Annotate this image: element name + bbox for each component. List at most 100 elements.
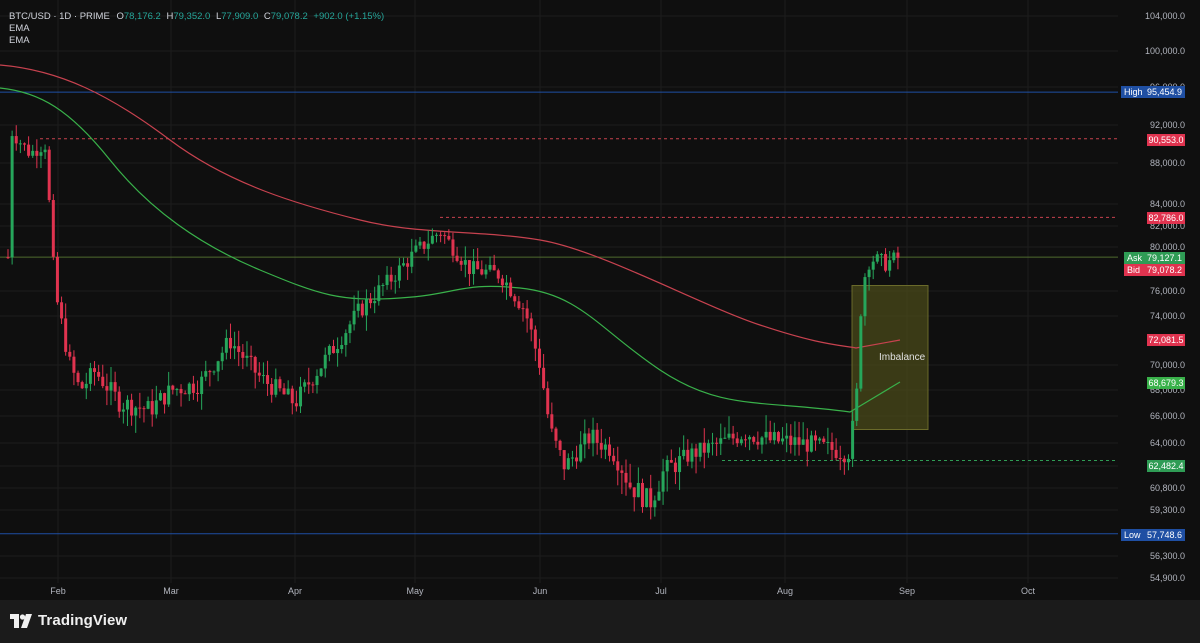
candle	[257, 372, 261, 376]
candle	[521, 308, 525, 310]
candle	[146, 401, 150, 409]
candle	[274, 379, 278, 395]
candle	[385, 274, 389, 286]
candle	[719, 438, 723, 444]
candle	[846, 458, 850, 463]
chart-legend: BTC/USD · 1D · PRIME O78,176.2 H79,352.0…	[9, 11, 384, 47]
candle	[138, 407, 142, 409]
candle	[480, 269, 484, 275]
candle	[723, 437, 727, 439]
candle	[591, 429, 595, 444]
candle	[402, 263, 406, 266]
low-tag-label: Low	[1124, 530, 1141, 540]
candle	[599, 442, 603, 450]
x-tick-label: Feb	[50, 586, 66, 596]
chart-area[interactable]: 104,000.0100,000.096,000.092,000.088,000…	[0, 0, 1200, 600]
candle	[410, 251, 414, 267]
y-tick-label: 59,300.0	[1150, 505, 1185, 515]
candle	[451, 239, 455, 256]
candle	[323, 354, 327, 369]
candle	[142, 408, 146, 410]
candle	[101, 376, 105, 387]
y-tick-label: 84,000.0	[1150, 199, 1185, 209]
candle	[620, 470, 624, 473]
candle	[373, 301, 377, 304]
candle	[496, 270, 500, 279]
candle	[286, 388, 290, 395]
price-chart[interactable]: 104,000.0100,000.096,000.092,000.088,000…	[0, 0, 1200, 600]
candle	[270, 383, 274, 395]
candle	[175, 388, 179, 390]
indicator-ema-fast[interactable]: EMA	[9, 23, 384, 35]
candle	[768, 431, 772, 441]
candle	[640, 482, 644, 508]
candle	[509, 282, 513, 297]
candle	[22, 143, 26, 145]
candle	[443, 235, 447, 237]
candle	[649, 488, 653, 508]
candle	[595, 429, 599, 443]
candle	[476, 261, 480, 270]
ohlc-low: 77,909.0	[221, 11, 259, 22]
candle	[513, 296, 517, 302]
symbol-title[interactable]: BTC/USD · 1D · PRIME	[9, 11, 110, 22]
candle	[814, 435, 818, 441]
y-tick-label: 74,000.0	[1150, 311, 1185, 321]
candle	[711, 442, 715, 444]
candle	[743, 439, 747, 441]
candle	[249, 355, 253, 357]
candle	[459, 260, 463, 265]
candle	[702, 442, 706, 453]
candle	[389, 274, 393, 282]
resistance-82786-tag: 82,786.0	[1147, 212, 1185, 224]
high-tag: High 95,454.9	[1121, 86, 1185, 98]
candle	[121, 409, 125, 412]
bid-tag-value: 79,078.2	[1146, 265, 1182, 275]
candle	[447, 235, 451, 240]
candle	[822, 438, 826, 443]
candle	[228, 337, 232, 349]
candle	[694, 448, 698, 457]
candle	[418, 241, 422, 246]
candle	[566, 458, 570, 470]
candle	[43, 149, 47, 153]
tradingview-logo[interactable]: TradingView	[10, 612, 127, 629]
candle	[261, 375, 265, 377]
candle	[546, 388, 550, 415]
candle	[525, 308, 529, 319]
ema-fast-line	[0, 87, 901, 413]
y-tick-label: 88,000.0	[1150, 158, 1185, 168]
candle	[760, 437, 764, 445]
candle	[472, 261, 476, 274]
candle	[653, 500, 657, 508]
indicator-ema-slow[interactable]: EMA	[9, 35, 384, 47]
candle	[336, 349, 340, 354]
candle	[838, 457, 842, 459]
candle	[39, 152, 43, 156]
x-tick-label: Jul	[655, 586, 667, 596]
candle	[636, 482, 640, 498]
ohlc-close-label: C	[263, 11, 271, 22]
candle	[179, 388, 183, 394]
candle	[533, 329, 537, 349]
y-tick-label: 54,900.0	[1150, 573, 1185, 583]
candle	[505, 282, 509, 286]
candle	[340, 345, 344, 350]
candle	[303, 382, 307, 387]
candle	[896, 252, 900, 258]
candle	[455, 255, 459, 261]
candle	[76, 372, 80, 383]
candle	[397, 265, 401, 281]
candle	[727, 433, 731, 438]
candle	[785, 435, 789, 439]
candle	[875, 254, 879, 262]
x-tick-label: Jun	[533, 586, 548, 596]
candle	[764, 431, 768, 438]
candle	[583, 433, 587, 445]
candle	[884, 254, 888, 271]
candle	[575, 457, 579, 462]
candle	[579, 444, 583, 462]
candle	[68, 351, 72, 357]
candle	[673, 462, 677, 473]
candle	[616, 461, 620, 471]
